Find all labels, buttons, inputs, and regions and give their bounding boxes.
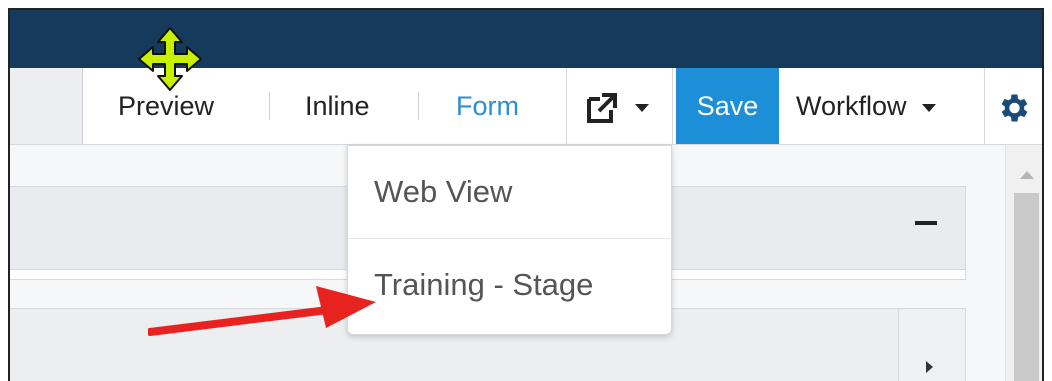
toolbar-divider <box>672 68 673 144</box>
workflow-label: Workflow <box>796 91 907 121</box>
workflow-dropdown-button[interactable]: Workflow <box>796 68 937 144</box>
open-in-dropdown-menu: Web View Training - Stage <box>347 145 672 335</box>
settings-button[interactable] <box>995 68 1035 144</box>
form-button[interactable]: Form <box>456 68 519 144</box>
chevron-down-icon <box>634 103 649 112</box>
scroll-thumb[interactable] <box>1014 193 1039 381</box>
external-link-icon <box>587 92 617 123</box>
scroll-up-arrow-icon[interactable] <box>1020 171 1034 179</box>
move-cursor-icon <box>138 27 202 91</box>
save-button[interactable]: Save <box>676 68 779 144</box>
toolbar-divider <box>984 68 985 144</box>
open-external-dropdown-button[interactable] <box>585 68 669 144</box>
annotation-arrow-icon <box>148 286 376 336</box>
dropdown-item-web-view[interactable]: Web View <box>348 146 671 238</box>
chevron-down-icon <box>922 103 937 112</box>
toolbar-divider <box>566 68 567 144</box>
vertical-scrollbar[interactable] <box>1005 145 1042 381</box>
gear-icon <box>1001 94 1028 122</box>
inline-button[interactable]: Inline <box>305 68 370 144</box>
dropdown-item-training-stage[interactable]: Training - Stage <box>348 239 671 331</box>
toolbar-separator <box>418 92 419 120</box>
toolbar-left-blank <box>10 68 83 144</box>
app-window: Preview Inline Form Save Workflow Web Vi… <box>8 8 1044 381</box>
expand-tab[interactable] <box>898 309 965 381</box>
collapse-icon[interactable] <box>915 221 937 225</box>
chevron-right-icon <box>926 361 933 373</box>
toolbar-separator <box>269 92 270 120</box>
